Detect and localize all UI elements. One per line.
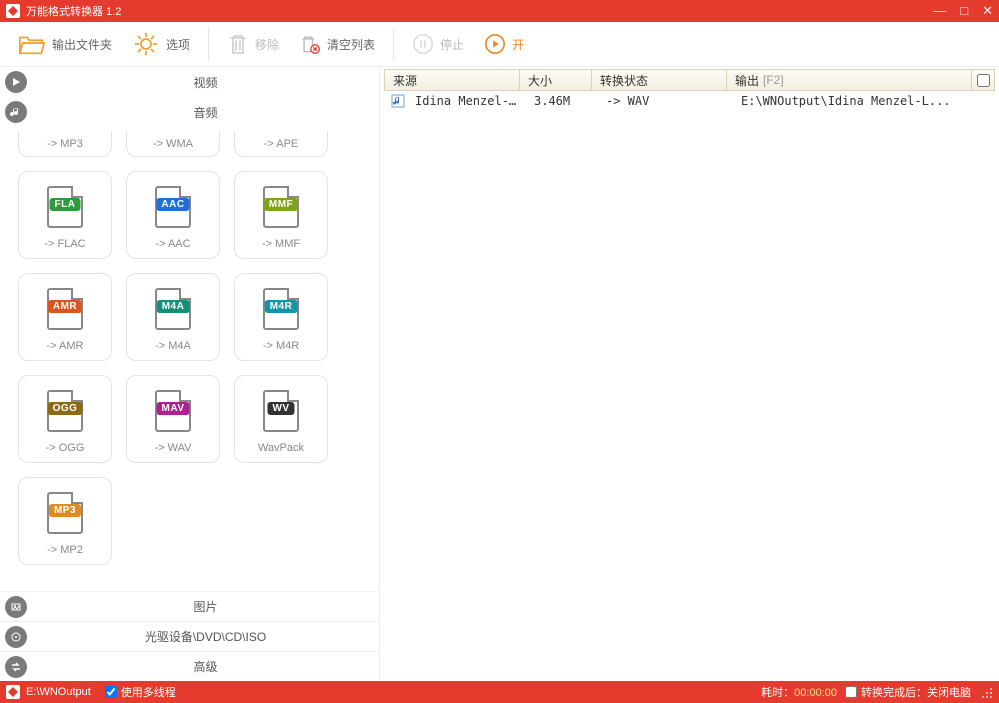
format-label: -> M4A bbox=[155, 340, 191, 352]
format-label: -> AMR bbox=[47, 340, 84, 352]
col-status[interactable]: 转换状态 bbox=[592, 70, 727, 90]
format-badge: MAV bbox=[157, 402, 190, 415]
format-grid-scroll[interactable]: -> MP3 -> WMA -> APE FLA -> FLAC AAC -> AA… bbox=[0, 127, 379, 591]
format-card[interactable]: MAV -> WAV bbox=[126, 375, 220, 463]
cell-source: Idina Menzel-Let... bbox=[407, 94, 526, 108]
select-all-checkbox[interactable] bbox=[977, 74, 990, 87]
image-icon bbox=[5, 596, 27, 618]
toolbar-separator bbox=[208, 27, 209, 61]
format-label: -> FLAC bbox=[44, 238, 85, 250]
pause-icon bbox=[412, 33, 434, 55]
format-card[interactable]: M4A -> M4A bbox=[126, 273, 220, 361]
cell-size: 3.46M bbox=[526, 94, 598, 108]
format-label: -> MP2 bbox=[47, 544, 83, 556]
left-panel: 视频 音频 -> MP3 -> WMA -> APE FLA -> FLAC AAC… bbox=[0, 67, 380, 681]
output-path-label[interactable]: E:\WNOutput bbox=[26, 686, 91, 698]
disc-icon bbox=[5, 626, 27, 648]
category-image[interactable]: 图片 bbox=[0, 591, 379, 621]
format-card[interactable]: FLA -> FLAC bbox=[18, 171, 112, 259]
format-badge: M4R bbox=[265, 300, 298, 313]
format-card[interactable]: -> WMA bbox=[126, 131, 220, 157]
pause-button[interactable]: 停止 bbox=[404, 29, 472, 59]
format-label: -> WAV bbox=[155, 442, 192, 454]
play-icon bbox=[484, 33, 506, 55]
format-card[interactable]: WV WavPack bbox=[234, 375, 328, 463]
format-card[interactable]: MP3 -> MP2 bbox=[18, 477, 112, 565]
shutdown-checkbox[interactable] bbox=[845, 686, 857, 698]
list-row[interactable]: Idina Menzel-Let... 3.46M -> WAV E:\WNOu… bbox=[384, 91, 995, 111]
maximize-button[interactable]: □ bbox=[960, 3, 968, 19]
format-badge: FLA bbox=[50, 198, 81, 211]
col-source[interactable]: 来源 bbox=[385, 70, 520, 90]
trash-icon bbox=[227, 33, 249, 55]
music-icon bbox=[5, 101, 27, 123]
close-button[interactable]: ✕ bbox=[982, 3, 993, 19]
format-badge: MP3 bbox=[49, 504, 81, 517]
format-card[interactable]: M4R -> M4R bbox=[234, 273, 328, 361]
col-output[interactable]: 输出[F2] bbox=[727, 70, 972, 90]
format-label: -> M4R bbox=[263, 340, 299, 352]
format-badge: OGG bbox=[48, 402, 83, 415]
list-body[interactable]: Idina Menzel-Let... 3.46M -> WAV E:\WNOu… bbox=[380, 91, 999, 681]
right-panel: 来源 大小 转换状态 输出[F2] Idina Menzel-Let... 3.… bbox=[380, 67, 999, 681]
resize-grip-icon[interactable] bbox=[979, 685, 993, 699]
gear-icon bbox=[132, 30, 160, 58]
format-label: -> WMA bbox=[153, 138, 193, 150]
start-button[interactable]: 开 bbox=[476, 29, 532, 59]
cell-output: E:\WNOutput\Idina Menzel-L... bbox=[733, 94, 994, 108]
format-badge: M4A bbox=[157, 300, 190, 313]
format-badge: AMR bbox=[48, 300, 82, 313]
folder-open-icon bbox=[18, 30, 46, 58]
app-logo-icon bbox=[6, 4, 20, 18]
format-card[interactable]: -> APE bbox=[234, 131, 328, 157]
audio-file-icon bbox=[391, 94, 405, 108]
category-advanced[interactable]: 高级 bbox=[0, 651, 379, 681]
main-area: 视频 音频 -> MP3 -> WMA -> APE FLA -> FLAC AAC… bbox=[0, 67, 999, 681]
category-disc[interactable]: 光驱设备\DVD\CD\ISO bbox=[0, 621, 379, 651]
col-checkbox[interactable] bbox=[972, 70, 994, 90]
format-label: -> MP3 bbox=[47, 138, 83, 150]
format-label: -> AAC bbox=[155, 238, 190, 250]
swap-icon bbox=[5, 656, 27, 678]
category-audio[interactable]: 音频 bbox=[0, 97, 379, 127]
format-card[interactable]: MMF -> MMF bbox=[234, 171, 328, 259]
output-folder-button[interactable]: 输出文件夹 bbox=[10, 26, 120, 62]
format-card[interactable]: OGG -> OGG bbox=[18, 375, 112, 463]
titlebar: 万能格式转换器 1.2 — □ ✕ bbox=[0, 0, 999, 22]
format-label: WavPack bbox=[258, 442, 304, 454]
remove-button[interactable]: 移除 bbox=[219, 29, 287, 59]
elapsed-time: 耗时：00:00:00 bbox=[761, 684, 837, 700]
trash-clear-icon bbox=[299, 33, 321, 55]
category-video[interactable]: 视频 bbox=[0, 67, 379, 97]
col-size[interactable]: 大小 bbox=[520, 70, 592, 90]
options-button[interactable]: 选项 bbox=[124, 26, 198, 62]
statusbar: E:\WNOutput 使用多线程 耗时：00:00:00 转换完成后：关闭电脑 bbox=[0, 681, 999, 703]
format-card[interactable]: AMR -> AMR bbox=[18, 273, 112, 361]
format-card[interactable]: AAC -> AAC bbox=[126, 171, 220, 259]
clear-list-button[interactable]: 清空列表 bbox=[291, 29, 383, 59]
toolbar: 输出文件夹 选项 移除 清空列表 停止 开 bbox=[0, 22, 999, 67]
format-badge: WV bbox=[267, 402, 294, 415]
list-header: 来源 大小 转换状态 输出[F2] bbox=[384, 69, 995, 91]
format-label: -> OGG bbox=[46, 442, 85, 454]
format-badge: MMF bbox=[264, 198, 298, 211]
format-label: -> APE bbox=[264, 138, 299, 150]
multithread-checkbox[interactable] bbox=[105, 686, 117, 698]
format-badge: AAC bbox=[156, 198, 189, 211]
format-grid: -> MP3 -> WMA -> APE FLA -> FLAC AAC -> AA… bbox=[18, 131, 379, 565]
toolbar-separator bbox=[393, 27, 394, 61]
video-icon bbox=[5, 71, 27, 93]
format-card[interactable]: -> MP3 bbox=[18, 131, 112, 157]
format-label: -> MMF bbox=[262, 238, 300, 250]
cell-status: -> WAV bbox=[598, 94, 733, 108]
minimize-button[interactable]: — bbox=[933, 3, 946, 19]
after-done-option[interactable]: 转换完成后：关闭电脑 bbox=[845, 684, 971, 700]
statusbar-logo-icon bbox=[6, 685, 20, 699]
multithread-option[interactable]: 使用多线程 bbox=[105, 684, 176, 700]
app-title: 万能格式转换器 1.2 bbox=[26, 3, 121, 19]
